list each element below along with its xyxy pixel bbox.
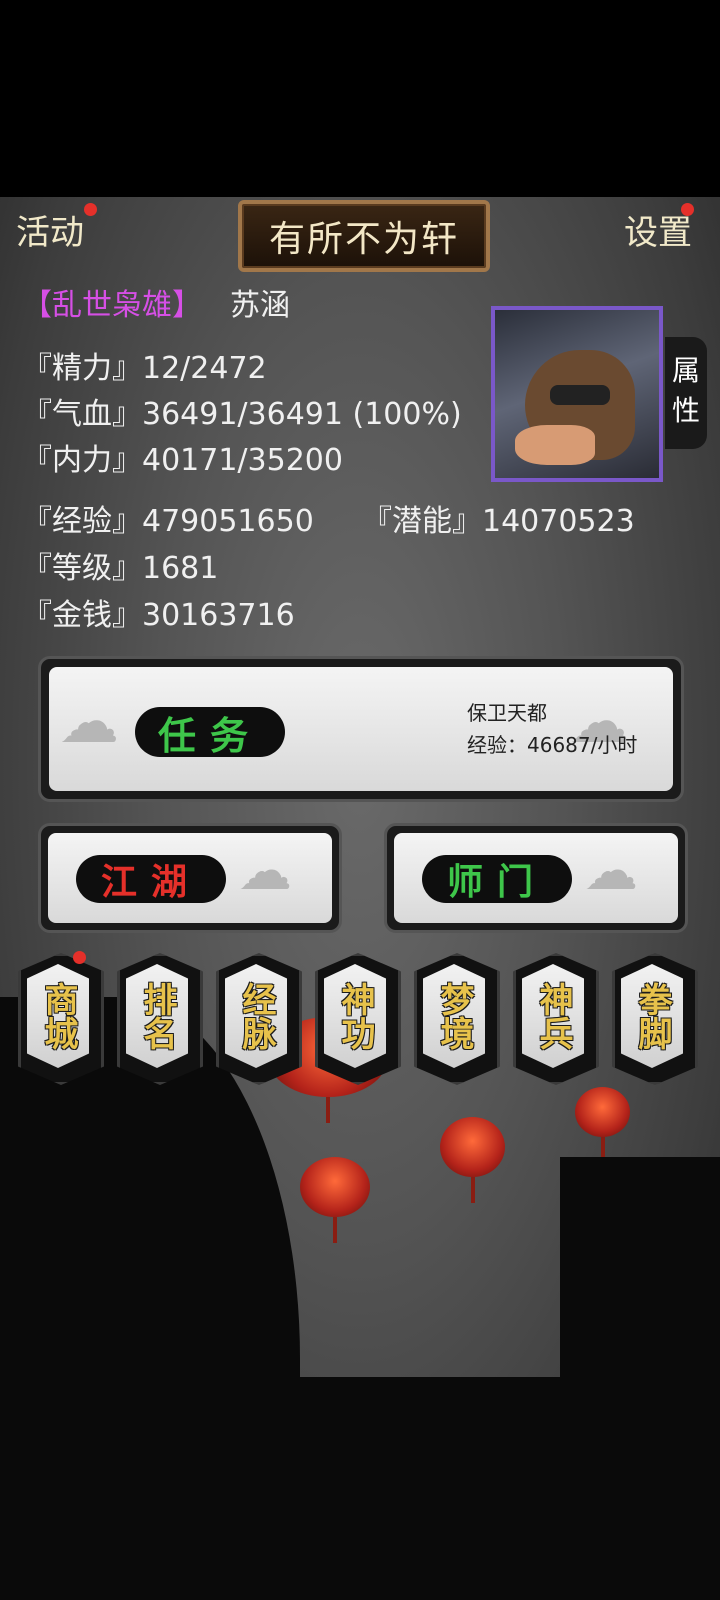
- quest-panel-inner: ☁ ☁ 任务 保卫天都 经验：46687/小时: [49, 667, 673, 791]
- menu-tile-divine-skill[interactable]: 神功: [315, 953, 401, 1085]
- location-title: 有所不为轩: [268, 219, 459, 260]
- location-title-plate: 有所不为轩: [238, 200, 490, 272]
- tile-label: 排名: [137, 982, 177, 1050]
- activity-button[interactable]: 活动: [16, 205, 84, 254]
- quest-button[interactable]: 任务: [135, 707, 285, 758]
- settings-label: 设置: [624, 213, 692, 253]
- tile-inner: 经脉: [225, 964, 287, 1068]
- menu-tile-ranking[interactable]: 排名: [117, 953, 203, 1085]
- settings-notification-dot: [681, 203, 694, 216]
- quest-button-label: 任务: [157, 712, 262, 758]
- tile-label: 神功: [335, 982, 375, 1050]
- stat-exp: 『经验』479051650: [22, 504, 314, 539]
- player-name: 苏涵: [230, 288, 290, 323]
- activity-label: 活动: [16, 213, 84, 253]
- building-silhouette: [560, 1157, 720, 1600]
- tile-label: 拳脚: [632, 982, 672, 1050]
- player-title-tag: 【乱世枭雄】: [22, 288, 202, 323]
- sect-button[interactable]: 师门: [422, 855, 572, 903]
- quest-panel[interactable]: ☁ ☁ 任务 保卫天都 经验：46687/小时: [38, 656, 684, 802]
- tile-inner: 拳脚: [621, 964, 683, 1068]
- jianghu-button[interactable]: 江湖: [76, 855, 226, 903]
- stat-hp: 『气血』36491/36491 (100%): [22, 397, 462, 432]
- activity-notification-dot: [84, 203, 97, 216]
- quest-info-rate: 经验：46687/小时: [467, 733, 638, 757]
- portrait-arm: [515, 425, 595, 465]
- tile-inner: 梦境: [423, 964, 485, 1068]
- jianghu-panel[interactable]: ☁ 江湖: [38, 823, 342, 933]
- menu-tile-shop[interactable]: 商城: [18, 953, 104, 1085]
- shop-notification-dot: [73, 951, 86, 964]
- attribute-tab[interactable]: 属性: [665, 337, 707, 449]
- tile-label: 经脉: [236, 982, 276, 1050]
- jianghu-panel-inner: ☁ 江湖: [48, 833, 332, 923]
- tile-label: 商城: [38, 982, 78, 1050]
- sect-label: 师门: [446, 861, 547, 903]
- cloud-ornament-icon: ☁: [584, 839, 638, 902]
- stat-energy: 『精力』12/2472: [22, 351, 267, 386]
- cloud-ornament-icon: ☁: [59, 687, 119, 757]
- portrait-mask: [550, 385, 610, 405]
- stat-money: 『金钱』30163716: [22, 598, 295, 633]
- sect-panel-inner: ☁ 师门: [394, 833, 678, 923]
- tile-label: 神兵: [533, 982, 573, 1050]
- menu-tile-fist[interactable]: 拳脚: [612, 953, 698, 1085]
- tile-label: 梦境: [434, 982, 474, 1050]
- menu-tile-divine-weapon[interactable]: 神兵: [513, 953, 599, 1085]
- tile-inner: 排名: [126, 964, 188, 1068]
- tile-inner: 商城: [27, 964, 89, 1068]
- tile-inner: 神兵: [522, 964, 584, 1068]
- lantern-decoration: [575, 1087, 630, 1163]
- menu-tile-dreamland[interactable]: 梦境: [414, 953, 500, 1085]
- attribute-tab-label: 属性: [672, 354, 701, 427]
- lantern-decoration: [440, 1117, 505, 1203]
- cloud-ornament-icon: ☁: [238, 839, 292, 902]
- sect-panel[interactable]: ☁ 师门: [384, 823, 688, 933]
- stat-mp: 『内力』40171/35200: [22, 443, 343, 478]
- stat-level: 『等级』1681: [22, 551, 219, 586]
- tile-inner: 神功: [324, 964, 386, 1068]
- character-portrait[interactable]: [491, 306, 663, 482]
- stat-potential: 『潜能』14070523: [362, 504, 635, 539]
- jianghu-label: 江湖: [100, 861, 201, 903]
- menu-tile-meridian[interactable]: 经脉: [216, 953, 302, 1085]
- lantern-decoration: [300, 1157, 370, 1243]
- quest-info-title: 保卫天都: [467, 701, 547, 725]
